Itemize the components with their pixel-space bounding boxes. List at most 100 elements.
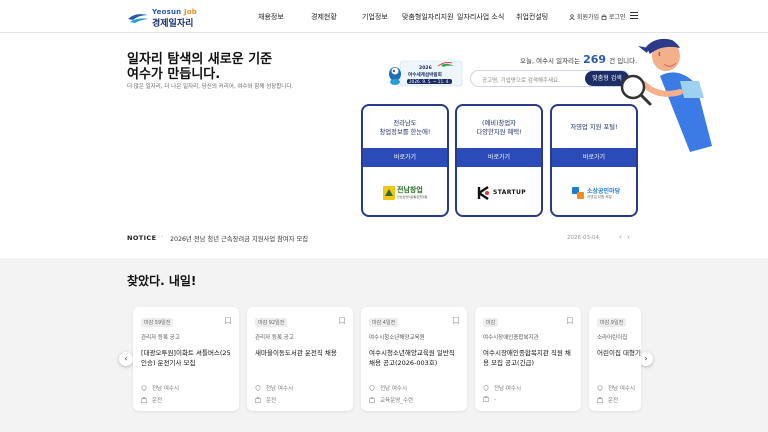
logo-job: Job bbox=[183, 8, 197, 16]
bookmark-icon[interactable] bbox=[339, 317, 345, 324]
card-title-line2: 창업정보를 한눈에! bbox=[379, 129, 431, 136]
nav-item-economy[interactable]: 경제현황 bbox=[311, 12, 337, 22]
hero-headline-line2: 여수가 만듭니다. bbox=[127, 67, 221, 82]
sbiz-logo-sub: 자영업 지원 포털 bbox=[587, 195, 612, 199]
job-card[interactable]: 마감 4일전 여수시청소년해양교육원 여수시청소년해양교육원 일반직 채용 공고… bbox=[361, 307, 467, 411]
job-title[interactable]: 새마을이동도서관 운전직 채용 bbox=[255, 348, 347, 358]
nav-item-jobs[interactable]: 채용정보 bbox=[258, 12, 284, 22]
job-category: 운전 bbox=[597, 396, 618, 404]
promo-card-jeonnam-startup[interactable]: 전라남도 창업정보를 한눈에! 바로가기 전남창업 전남창업지원통합플랫폼 bbox=[361, 104, 449, 217]
job-location: 전남 여수시 bbox=[597, 384, 635, 392]
logo-main: 경제일자리 bbox=[152, 19, 194, 29]
job-location-text: 전남 여수시 bbox=[152, 386, 180, 392]
carousel-prev-button[interactable]: ‹ bbox=[119, 352, 133, 366]
sbiz-logo-text: 소상공인마당 bbox=[587, 188, 621, 195]
location-pin-icon bbox=[255, 385, 261, 391]
card-go-button[interactable]: 바로가기 bbox=[363, 148, 447, 167]
notice-separator: · bbox=[161, 233, 164, 241]
deadline-badge: 마감 9일전 bbox=[597, 318, 627, 327]
job-category-text: 교육운영_수련 bbox=[380, 398, 414, 404]
login-link[interactable]: 로그인 bbox=[601, 12, 625, 21]
k-startup-logo: STARTUP bbox=[467, 176, 533, 210]
location-pin-icon bbox=[369, 385, 375, 391]
k-startup-logo-text: STARTUP bbox=[493, 189, 527, 196]
bookmark-icon[interactable] bbox=[225, 317, 231, 324]
job-category-text: 운전 bbox=[608, 398, 619, 404]
logo-yeosun: Yeosun bbox=[152, 8, 182, 16]
job-location: 전남 여수시 bbox=[255, 384, 293, 392]
bookmark-icon[interactable] bbox=[453, 317, 459, 324]
job-location: 전남 여수시 bbox=[141, 384, 179, 392]
briefcase-icon bbox=[141, 397, 147, 403]
job-location-text: 전남 여수시 bbox=[608, 386, 636, 392]
menu-icon[interactable] bbox=[630, 12, 638, 19]
job-location: 전남 여수시 bbox=[483, 384, 521, 392]
logo-mark-icon bbox=[128, 14, 148, 23]
job-card[interactable]: 마감 9일전 소라어린이집 어린이집 대형기사 전남 여수시 운전 bbox=[589, 307, 641, 411]
briefcase-icon bbox=[483, 396, 489, 402]
job-card[interactable]: 마감 59일전 관리자 등록 공고 [대광오투원]이화트 셔틀버스(25인승) … bbox=[133, 307, 239, 411]
deadline-badge: 마감 bbox=[483, 318, 499, 327]
job-title[interactable]: 여수시장애인종합복지관 직원 채용 모집 공고(긴급) bbox=[483, 348, 575, 368]
job-category: 교육운영_수련 bbox=[369, 396, 413, 404]
card-go-button[interactable]: 바로가기 bbox=[457, 148, 541, 167]
job-title[interactable]: 어린이집 대형기사 bbox=[597, 348, 641, 358]
card-title-line1: 자영업 지원 포털! bbox=[570, 124, 618, 131]
card-go-button[interactable]: 바로가기 bbox=[552, 148, 636, 167]
hero-subtitle: 더 많은 일자리, 더 나은 일자리, 당신의 커리어, 여수와 함께 성장합니… bbox=[127, 84, 294, 90]
site-logo[interactable]: Yeosun Job 경제일자리 bbox=[127, 7, 197, 29]
job-category-text: 운전 bbox=[152, 398, 163, 404]
jeonnam-logo-sub: 전남창업지원통합플랫폼 bbox=[397, 195, 428, 199]
briefcase-icon bbox=[597, 397, 603, 403]
job-count-value: 269 bbox=[583, 53, 607, 66]
deadline-badge: 마감 92일전 bbox=[255, 318, 288, 327]
promo-card-k-startup[interactable]: (예비)창업자 다양한지원 혜택! 바로가기 STARTUP bbox=[455, 104, 543, 217]
notice-bar: NOTICE · 2026년 전남 청년 근속장려금 지원사업 참여자 모집 2… bbox=[127, 232, 633, 244]
company-name: 관리자 등록 공고 bbox=[141, 335, 180, 341]
briefcase-icon bbox=[369, 397, 375, 403]
notice-prev-button[interactable]: ‹ bbox=[619, 233, 622, 241]
bookmark-icon[interactable] bbox=[567, 317, 573, 324]
location-pin-icon bbox=[141, 385, 147, 391]
nav-item-job-news[interactable]: 일자리사업 소식 bbox=[457, 12, 504, 22]
jeonnam-startup-logo: 전남창업 전남창업지원통합플랫폼 bbox=[373, 176, 439, 210]
job-category: - bbox=[483, 396, 496, 403]
section-title: 찾았다. 내일! bbox=[127, 274, 197, 288]
job-card[interactable]: 마감 92일전 관리자 등록 공고 새마을이동도서관 운전직 채용 전남 여수시… bbox=[247, 307, 353, 411]
notice-label: NOTICE bbox=[127, 234, 157, 242]
search-placeholder: 공고명, 기업명으로 검색해주세요. bbox=[482, 78, 560, 84]
company-name: 여수시청소년해양교육원 bbox=[369, 335, 425, 341]
jeonnam-logo-icon bbox=[383, 186, 395, 200]
promo-card-sbiz[interactable]: 자영업 지원 포털! 바로가기 소상공인마당 자영업 지원 포털 bbox=[550, 104, 638, 217]
company-name: 관리자 등록 공고 bbox=[255, 335, 294, 341]
job-title[interactable]: [대광오투원]이화트 셔틀버스(25인승) 운전기사 모집 bbox=[141, 348, 233, 368]
jeonnam-logo-text: 전남창업 bbox=[397, 186, 423, 194]
expo-title: 여수세계섬박람회 bbox=[408, 73, 442, 78]
job-title[interactable]: 여수시청소년해양교육원 일반직 채용 공고(2026-003호) bbox=[369, 348, 461, 368]
nav-item-consulting[interactable]: 취업컨설팅 bbox=[516, 12, 548, 22]
company-name: 소라어린이집 bbox=[597, 335, 628, 341]
sbiz-logo: 소상공인마당 자영업 지원 포털 bbox=[562, 176, 628, 210]
notice-text[interactable]: 2026년 전남 청년 근속장려금 지원사업 참여자 모집 bbox=[170, 234, 308, 243]
expo-banner[interactable]: 2026 여수세계섬박람회 2026. 9. 5. ~ 11. 4. bbox=[386, 60, 464, 88]
card-title-line2: 다양한지원 혜택! bbox=[476, 129, 522, 136]
location-pin-icon bbox=[597, 385, 603, 391]
card-title-line1: (예비)창업자 bbox=[482, 120, 516, 127]
signup-label: 회원가입 bbox=[576, 14, 600, 21]
deadline-badge: 마감 59일전 bbox=[141, 318, 174, 327]
signup-link[interactable]: 회원가입 bbox=[569, 12, 599, 21]
company-name: 여수시장애인종합복지관 bbox=[483, 335, 539, 341]
job-category-text: - bbox=[494, 397, 496, 403]
user-icon bbox=[569, 14, 575, 21]
location-pin-icon bbox=[483, 385, 489, 391]
job-location-text: 전남 여수시 bbox=[380, 386, 408, 392]
job-card[interactable]: 마감 여수시장애인종합복지관 여수시장애인종합복지관 직원 채용 모집 공고(긴… bbox=[475, 307, 581, 411]
job-category-text: 운전 bbox=[266, 398, 277, 404]
job-category: 운전 bbox=[255, 396, 276, 404]
nav-item-companies[interactable]: 기업정보 bbox=[362, 12, 388, 22]
carousel-next-button[interactable]: › bbox=[639, 352, 653, 366]
nav-item-custom-support[interactable]: 맞춤형일자리지원 bbox=[402, 12, 454, 22]
briefcase-icon bbox=[255, 397, 261, 403]
notice-next-button[interactable]: › bbox=[627, 233, 630, 241]
k-startup-logo-icon bbox=[477, 186, 489, 200]
